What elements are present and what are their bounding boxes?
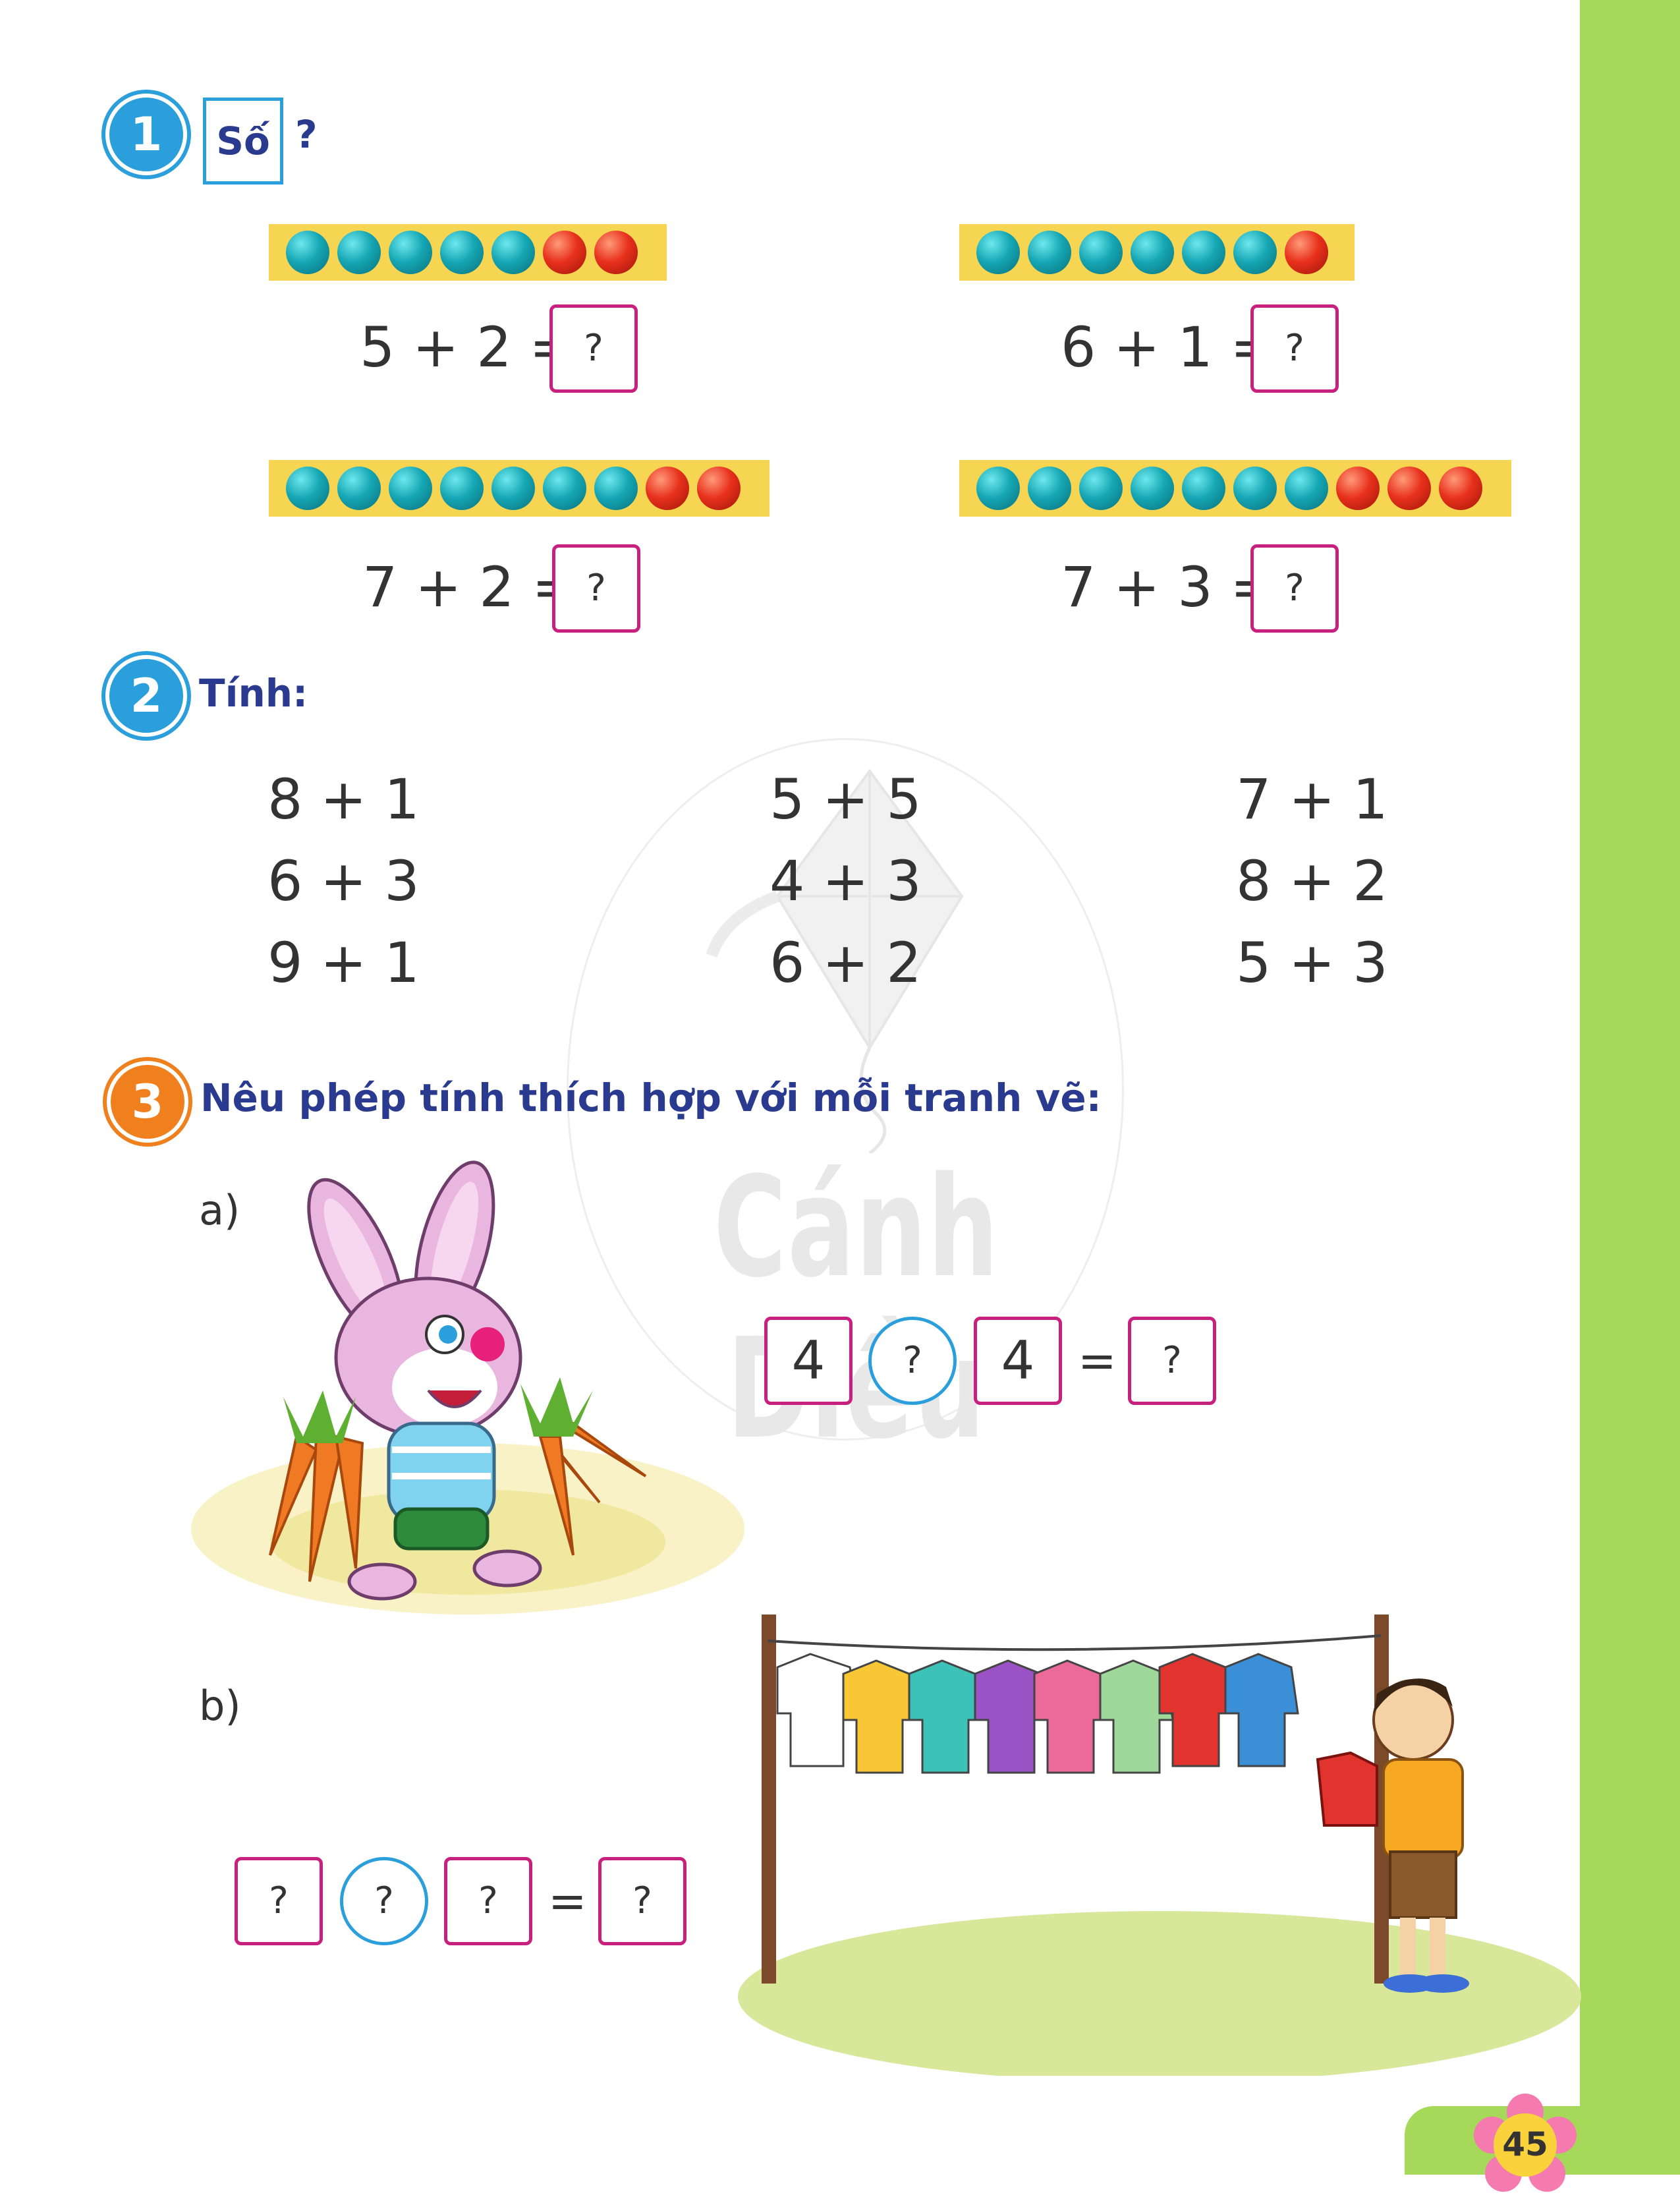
bead-teal	[1079, 231, 1123, 274]
calc-item: 5 + 5	[770, 767, 922, 832]
calc-item: 8 + 2	[1236, 849, 1388, 913]
calc-item: 9 + 1	[267, 930, 420, 995]
bead-teal	[976, 231, 1020, 274]
bead-teal	[1131, 231, 1174, 274]
bead-teal	[1233, 231, 1277, 274]
exercise-2-number: 2	[105, 655, 187, 737]
exercise-1-number: 1	[105, 94, 187, 175]
bead-teal	[337, 231, 381, 274]
result-box[interactable]: ?	[598, 1857, 686, 1945]
bead-teal	[1131, 467, 1174, 510]
operand-box-right[interactable]: ?	[444, 1857, 532, 1945]
bead-red	[543, 231, 586, 274]
exercise-3-title: Nêu phép tính thích hợp với mỗi tranh vẽ…	[200, 1075, 1102, 1120]
bead-teal	[491, 231, 535, 274]
bead-teal	[1028, 231, 1071, 274]
operand-box-right[interactable]: 4	[974, 1317, 1062, 1405]
bead-teal	[286, 231, 329, 274]
calc-item: 4 + 3	[770, 849, 922, 913]
bead-teal	[1182, 467, 1225, 510]
bead-teal	[286, 467, 329, 510]
answer-box-2[interactable]: ?	[1250, 304, 1339, 393]
so-question-mark: ?	[295, 112, 318, 157]
equals-sign: =	[1078, 1334, 1117, 1388]
bead-bar-1	[269, 224, 667, 281]
bead-teal	[389, 467, 432, 510]
page-number: 45	[1502, 2125, 1548, 2163]
bead-red	[1285, 231, 1328, 274]
bead-teal	[543, 467, 586, 510]
operand-box-left[interactable]: 4	[764, 1317, 853, 1405]
bead-bar-4	[959, 460, 1511, 517]
bead-teal	[1028, 467, 1071, 510]
bead-teal	[491, 467, 535, 510]
equation-2: 6 + 1 =	[1061, 315, 1277, 380]
bead-bar-2	[959, 224, 1355, 281]
green-sidebar	[1580, 0, 1680, 2175]
rabbit-with-carrots-illustration	[191, 1160, 744, 1615]
calc-item: 6 + 2	[770, 930, 922, 995]
bead-teal	[594, 467, 638, 510]
calc-item: 6 + 3	[267, 849, 420, 913]
operator-circle[interactable]: ?	[340, 1857, 428, 1945]
bead-teal	[1079, 467, 1123, 510]
bead-teal	[337, 467, 381, 510]
answer-box-3[interactable]: ?	[552, 544, 640, 633]
operand-box-left[interactable]: ?	[235, 1857, 323, 1945]
bead-teal	[1233, 467, 1277, 510]
bead-teal	[440, 231, 484, 274]
bead-teal	[976, 467, 1020, 510]
bead-teal	[1182, 231, 1225, 274]
bead-teal	[1285, 467, 1328, 510]
bead-red	[594, 231, 638, 274]
part-b-label: b)	[199, 1682, 241, 1730]
calc-item: 5 + 3	[1236, 930, 1388, 995]
answer-box-4[interactable]: ?	[1250, 544, 1339, 633]
so-label-box: Số	[203, 98, 283, 185]
answer-box-1[interactable]: ?	[549, 304, 638, 393]
bead-teal	[389, 231, 432, 274]
calc-item: 7 + 1	[1236, 767, 1388, 832]
equation-1: 5 + 2 =	[360, 315, 576, 380]
result-box[interactable]: ?	[1128, 1317, 1216, 1405]
calc-item: 8 + 1	[267, 767, 420, 832]
clothesline-boy-illustration	[738, 1615, 1581, 2076]
bead-red	[1336, 467, 1380, 510]
equals-sign: =	[548, 1874, 587, 1928]
exercise-2-title: Tính:	[199, 671, 308, 716]
equation-3: 7 + 2 =	[362, 555, 578, 619]
equation-4: 7 + 3 =	[1061, 555, 1277, 619]
exercise-3-number: 3	[107, 1061, 188, 1143]
operator-circle[interactable]: ?	[868, 1317, 957, 1405]
bead-red	[1387, 467, 1431, 510]
bead-red	[1439, 467, 1482, 510]
bead-bar-3	[269, 460, 770, 517]
bead-red	[646, 467, 689, 510]
bead-teal	[440, 467, 484, 510]
bead-red	[697, 467, 741, 510]
